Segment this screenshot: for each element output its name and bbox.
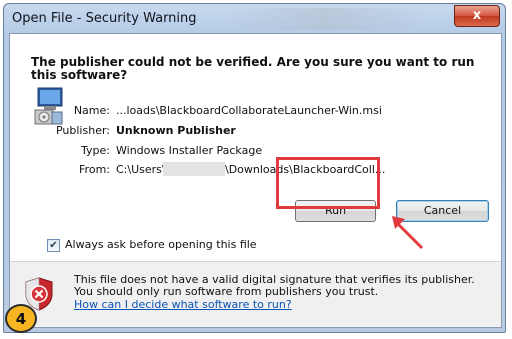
step-number-badge: 4 bbox=[5, 304, 37, 333]
detail-value-prefix: C:\Users\ bbox=[116, 163, 166, 176]
security-warning-window: Open File - Security Warning x The publi… bbox=[3, 3, 506, 333]
detail-value: Windows Installer Package bbox=[116, 144, 263, 157]
detail-label: Type: bbox=[81, 144, 110, 157]
always-ask-checkbox[interactable]: ✔ bbox=[47, 239, 60, 252]
always-ask-label[interactable]: Always ask before opening this file bbox=[65, 238, 257, 251]
detail-label: From: bbox=[79, 163, 110, 176]
help-link[interactable]: How can I decide what software to run? bbox=[74, 298, 292, 311]
pointer-arrow-icon bbox=[392, 216, 424, 250]
detail-value: Unknown Publisher bbox=[116, 124, 236, 137]
run-button-highlight bbox=[276, 157, 380, 209]
window-title: Open File - Security Warning bbox=[12, 11, 197, 26]
detail-label: Name: bbox=[73, 104, 110, 117]
close-button[interactable]: x bbox=[454, 5, 500, 27]
warning-message: This file does not have a valid digital … bbox=[74, 273, 475, 298]
redacted-username bbox=[163, 162, 225, 176]
dialog-body: The publisher could not be verified. Are… bbox=[9, 33, 502, 328]
close-icon: x bbox=[472, 8, 482, 23]
detail-value: ...loads\BlackboardCollaborateLauncher-W… bbox=[116, 104, 382, 117]
title-bar[interactable]: Open File - Security Warning x bbox=[4, 4, 505, 34]
title-bar-blur bbox=[226, 8, 426, 30]
warning-heading: The publisher could not be verified. Are… bbox=[31, 55, 475, 82]
detail-label: Publisher: bbox=[55, 124, 110, 137]
